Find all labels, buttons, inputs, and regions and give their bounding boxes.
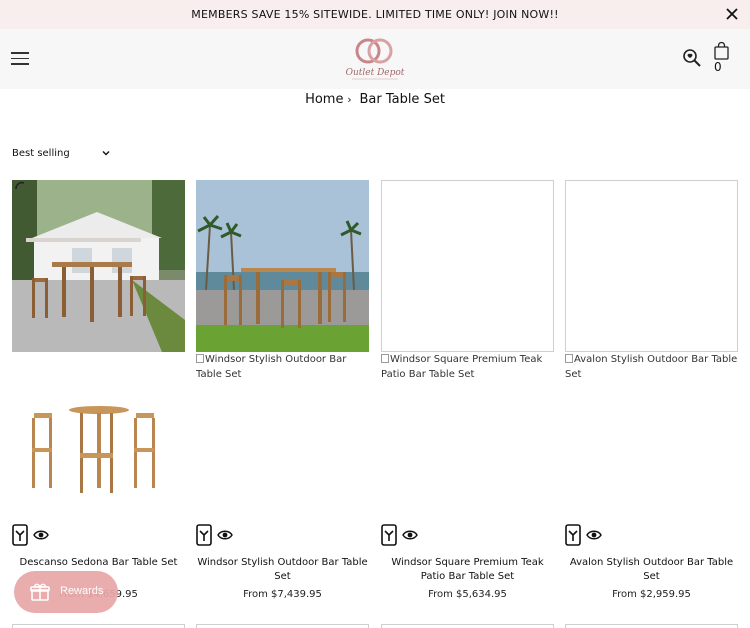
product-price: From $7,439.95 [243,589,322,600]
product-title[interactable]: Avalon Stylish Outdoor Bar Table Set [565,556,738,584]
eye-icon[interactable] [33,529,49,541]
product-image [381,180,554,352]
search-icon[interactable] [682,48,702,68]
broken-image-icon [196,354,204,363]
gift-icon [30,583,50,601]
product-image-alt: Windsor Stylish Outdoor Bar Table Set [196,354,347,380]
product-title[interactable]: Windsor Square Premium Teak Patio Bar Ta… [381,556,554,584]
product-image-next-row[interactable] [12,624,185,628]
hamburger-menu-icon[interactable] [11,52,29,66]
broken-image-icon [565,354,573,363]
product-actions [565,523,625,547]
site-logo[interactable]: Outlet Depot [344,35,406,83]
broken-image-icon [381,354,389,363]
eye-icon[interactable] [586,529,602,541]
shopping-bag-icon[interactable] [712,41,732,61]
eye-icon[interactable] [217,529,233,541]
product-actions [12,523,72,547]
compare-icon[interactable] [565,523,581,547]
rewards-button[interactable]: Rewards [14,571,118,613]
announcement-bar: MEMBERS SAVE 15% SITEWIDE. LIMITED TIME … [0,0,750,29]
cart-count[interactable]: 0 [714,60,722,74]
product-image-next-row[interactable] [565,624,738,628]
eye-icon[interactable] [402,529,418,541]
breadcrumb: Home › Bar Table Set [0,92,750,107]
breadcrumb-home[interactable]: Home [305,92,343,107]
product-price: From $2,959.95 [612,589,691,600]
product-image-next-row[interactable] [381,624,554,628]
product-image [12,180,185,352]
product-title[interactable]: Windsor Stylish Outdoor Bar Table Set [196,556,369,584]
sort-select[interactable]: Best selling [12,148,112,159]
logo-text: Outlet Depot [346,68,405,78]
product-price: From $5,634.95 [428,589,507,600]
sort-selected-label: Best selling [12,148,70,159]
close-icon[interactable] [724,6,740,22]
compare-icon[interactable] [12,523,28,547]
product-image [565,180,738,352]
compare-icon[interactable] [381,523,397,547]
product-actions [381,523,441,547]
rewards-label: Rewards [60,585,104,597]
compare-icon[interactable] [196,523,212,547]
product-secondary-image[interactable] [24,398,174,498]
product-actions [196,523,256,547]
announcement-text[interactable]: MEMBERS SAVE 15% SITEWIDE. LIMITED TIME … [0,8,750,21]
product-title[interactable]: Descanso Sedona Bar Table Set [12,556,185,570]
breadcrumb-current: Bar Table Set [359,92,445,107]
product-image [196,180,369,352]
product-image-alt: Windsor Square Premium Teak Patio Bar Ta… [381,354,543,380]
product-image-next-row[interactable] [196,624,369,628]
product-image-alt: Avalon Stylish Outdoor Bar Table Set [565,354,738,380]
chevron-right-icon: › [347,93,352,106]
site-header: Outlet Depot 0 [0,29,750,89]
chevron-down-icon [102,151,110,156]
